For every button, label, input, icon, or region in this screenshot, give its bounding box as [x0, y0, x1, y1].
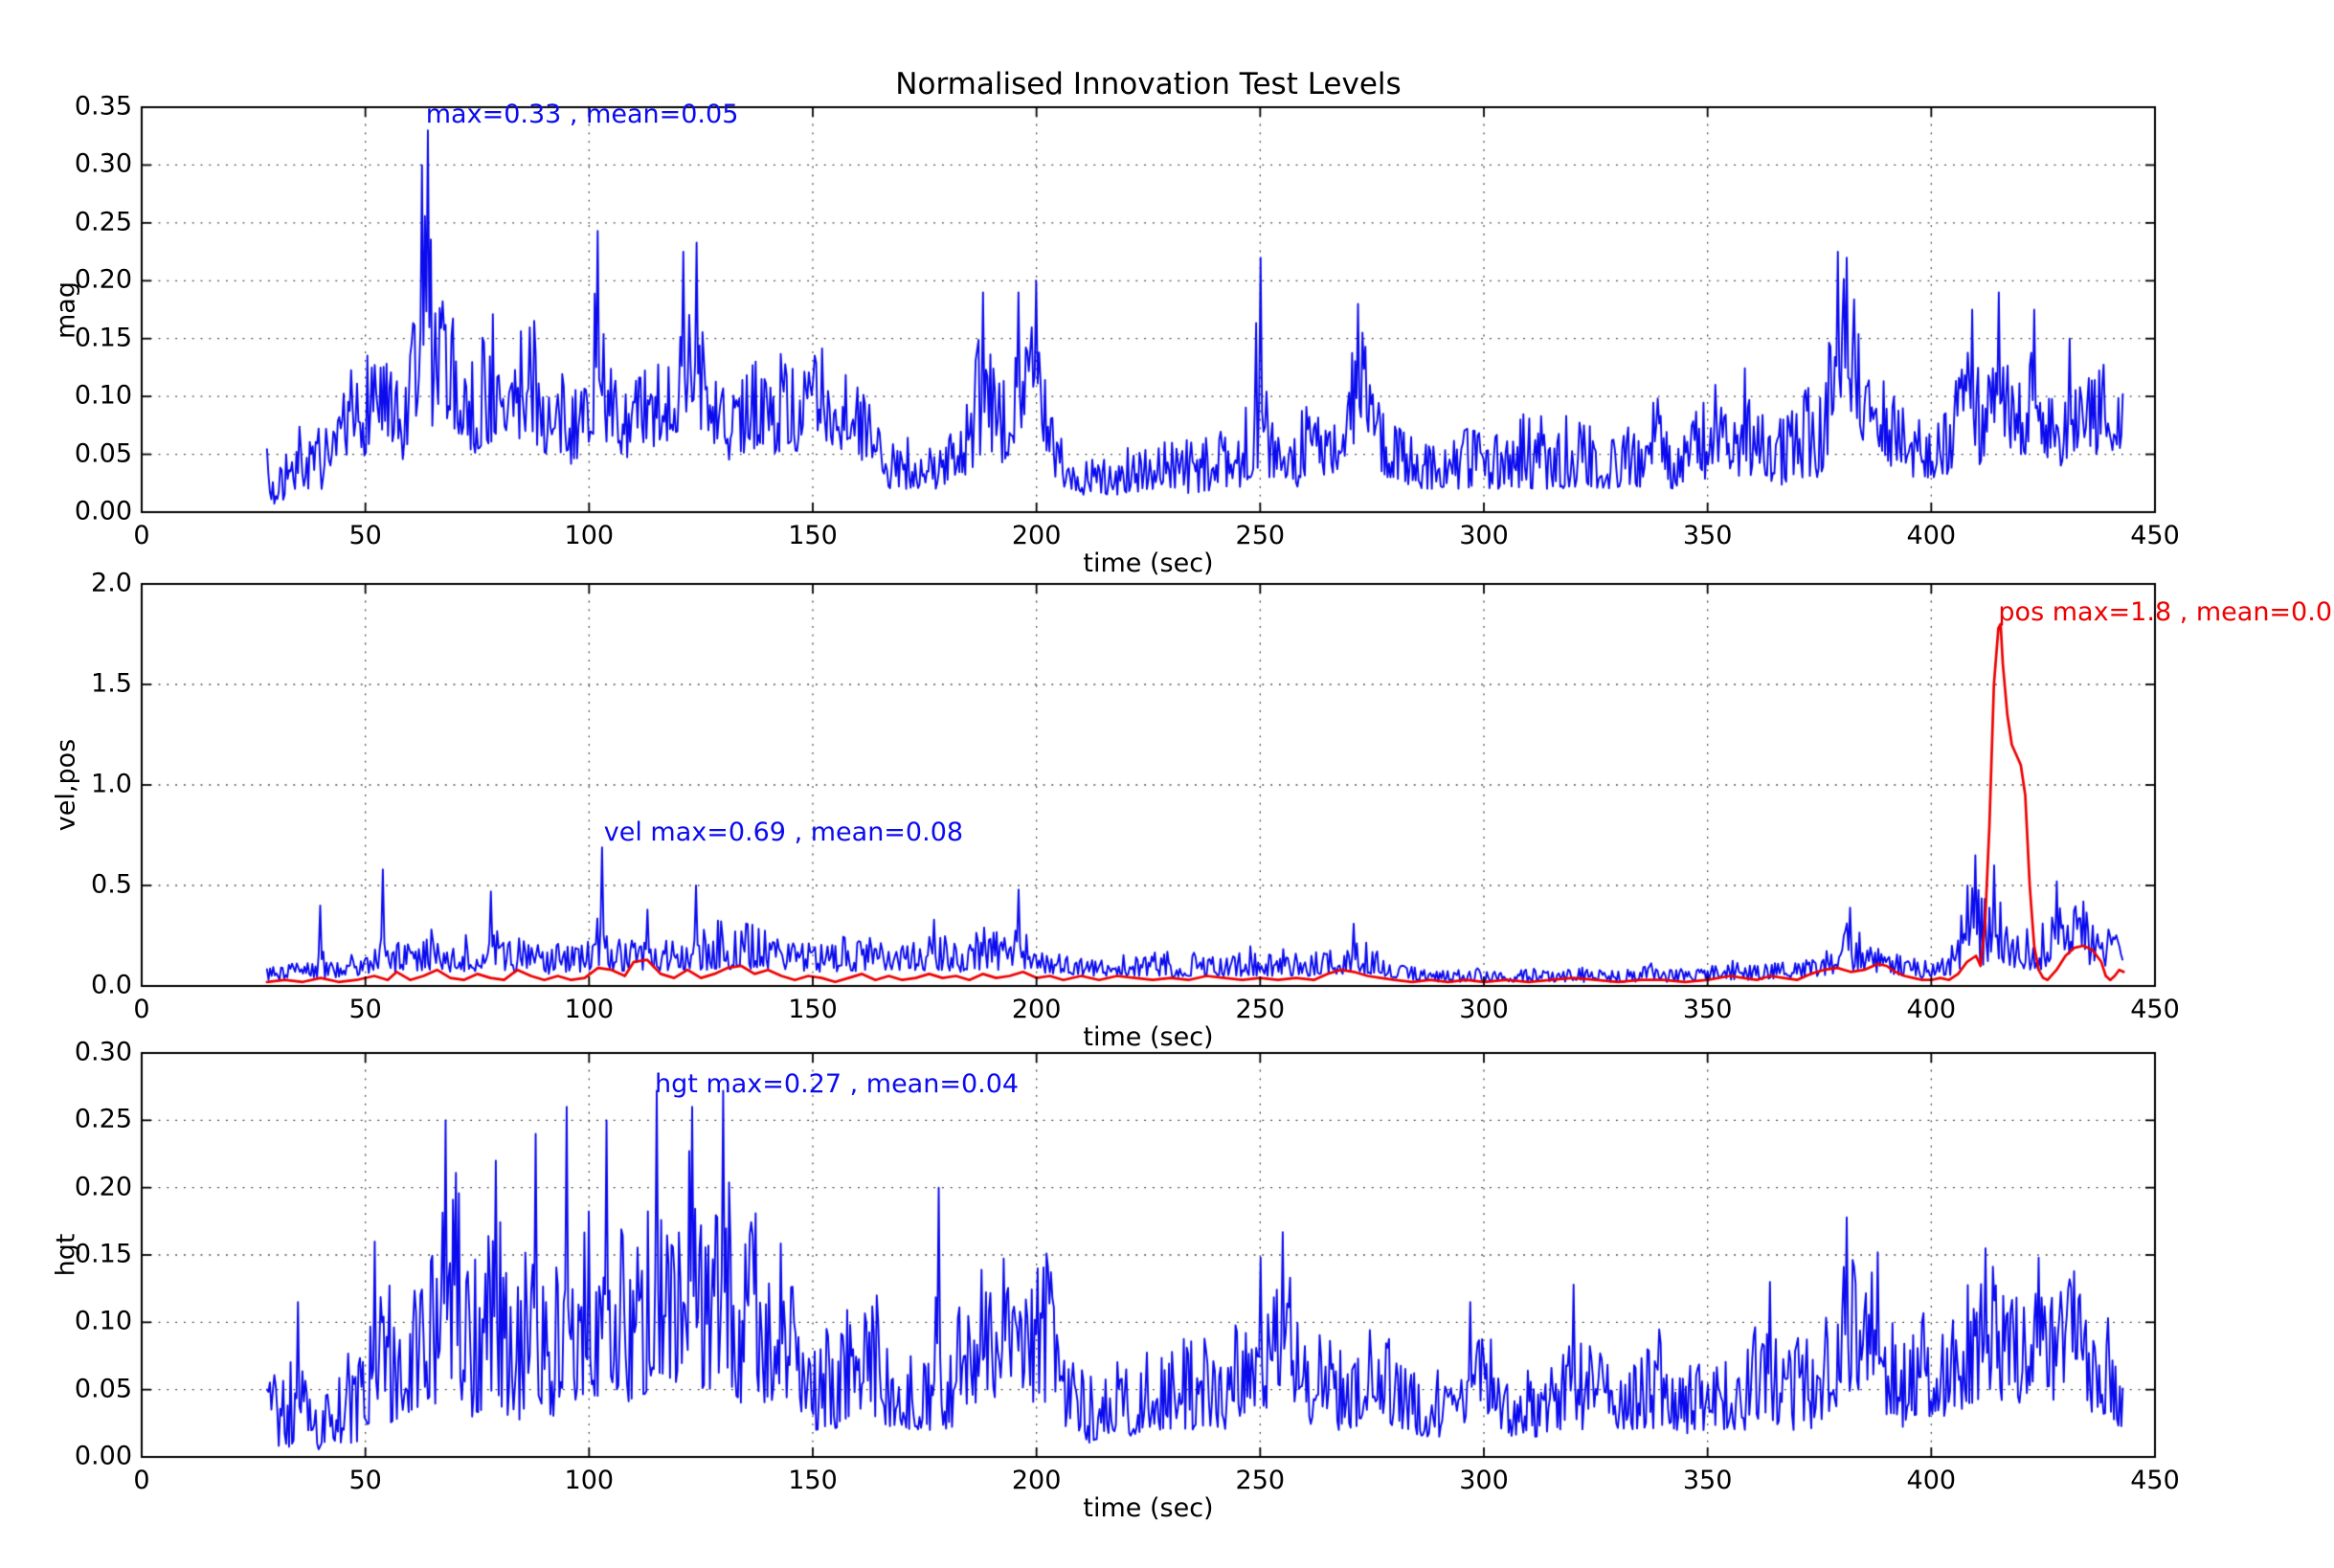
x-tick-label: 400 [1906, 1466, 1957, 1495]
x-tick-label: 350 [1682, 1466, 1733, 1495]
y-tick-label: 0.30 [74, 1037, 132, 1067]
x-tick-label: 100 [564, 521, 615, 550]
xlabel-time-bottom: time (sec) [1083, 1493, 1214, 1523]
x-tick-label: 150 [788, 1466, 838, 1495]
x-tick-label: 250 [1235, 1466, 1286, 1495]
x-tick-label: 300 [1459, 995, 1509, 1024]
x-tick-label: 350 [1682, 995, 1733, 1024]
y-tick-label: 0.25 [74, 1104, 132, 1134]
y-tick-label: 1.5 [91, 668, 132, 699]
y-tick-label: 0.00 [74, 1441, 132, 1471]
x-tick-label: 450 [2130, 521, 2180, 550]
x-tick-label: 50 [348, 995, 382, 1024]
x-tick-label: 150 [788, 521, 838, 550]
x-tick-label: 400 [1906, 521, 1957, 550]
y-tick-label: 1.0 [91, 769, 132, 799]
x-tick-label: 0 [133, 995, 150, 1024]
x-tick-label: 0 [133, 1466, 150, 1495]
y-tick-label: 0.15 [74, 1239, 132, 1269]
annotation-vel-max: vel max=0.69 , mean=0.08 [603, 817, 964, 847]
x-tick-label: 100 [564, 995, 615, 1024]
y-tick-label: 0.25 [74, 207, 132, 237]
annotation-hgt-max: hgt max=0.27 , mean=0.04 [655, 1068, 1020, 1099]
x-tick-label: 50 [348, 521, 382, 550]
y-tick-label: 0.20 [74, 1171, 132, 1201]
x-tick-label: 450 [2130, 995, 2180, 1024]
y-tick-label: 0.35 [74, 91, 132, 122]
x-tick-label: 0 [133, 521, 150, 550]
x-tick-label: 250 [1235, 521, 1286, 550]
x-tick-label: 100 [564, 1466, 615, 1495]
y-tick-label: 0.20 [74, 264, 132, 295]
annotation-pos-max: pos max=1.8 , mean=0.06 [1998, 596, 2334, 627]
xlabel-time-middle: time (sec) [1083, 1022, 1214, 1052]
x-tick-label: 200 [1011, 1466, 1062, 1495]
x-tick-label: 250 [1235, 995, 1286, 1024]
y-tick-label: 0.00 [74, 496, 132, 526]
y-tick-label: 0.0 [91, 970, 132, 1000]
x-tick-label: 400 [1906, 995, 1957, 1024]
annotation-mag-max: max=0.33 , mean=0.05 [425, 99, 739, 129]
x-tick-label: 300 [1459, 1466, 1509, 1495]
y-tick-label: 0.15 [74, 322, 132, 352]
xlabel-time-top: time (sec) [1083, 549, 1214, 578]
x-tick-label: 200 [1011, 521, 1062, 550]
chart-title: Normalised Innovation Test Levels [895, 67, 1402, 101]
x-tick-label: 350 [1682, 521, 1733, 550]
y-tick-label: 2.0 [91, 568, 132, 598]
y-tick-label: 0.5 [91, 869, 132, 900]
x-tick-label: 200 [1011, 995, 1062, 1024]
x-tick-label: 150 [788, 995, 838, 1024]
y-tick-label: 0.10 [74, 1306, 132, 1336]
y-tick-label: 0.30 [74, 148, 132, 179]
y-tick-label: 0.05 [74, 1373, 132, 1403]
y-tick-label: 0.10 [74, 380, 132, 411]
y-tick-label: 0.05 [74, 437, 132, 468]
x-tick-label: 300 [1459, 521, 1509, 550]
x-tick-label: 450 [2130, 1466, 2180, 1495]
figure: Normalised Innovation Test Levels mag ve… [0, 0, 2334, 1568]
x-tick-label: 50 [348, 1466, 382, 1495]
chart-canvas [0, 0, 2334, 1568]
